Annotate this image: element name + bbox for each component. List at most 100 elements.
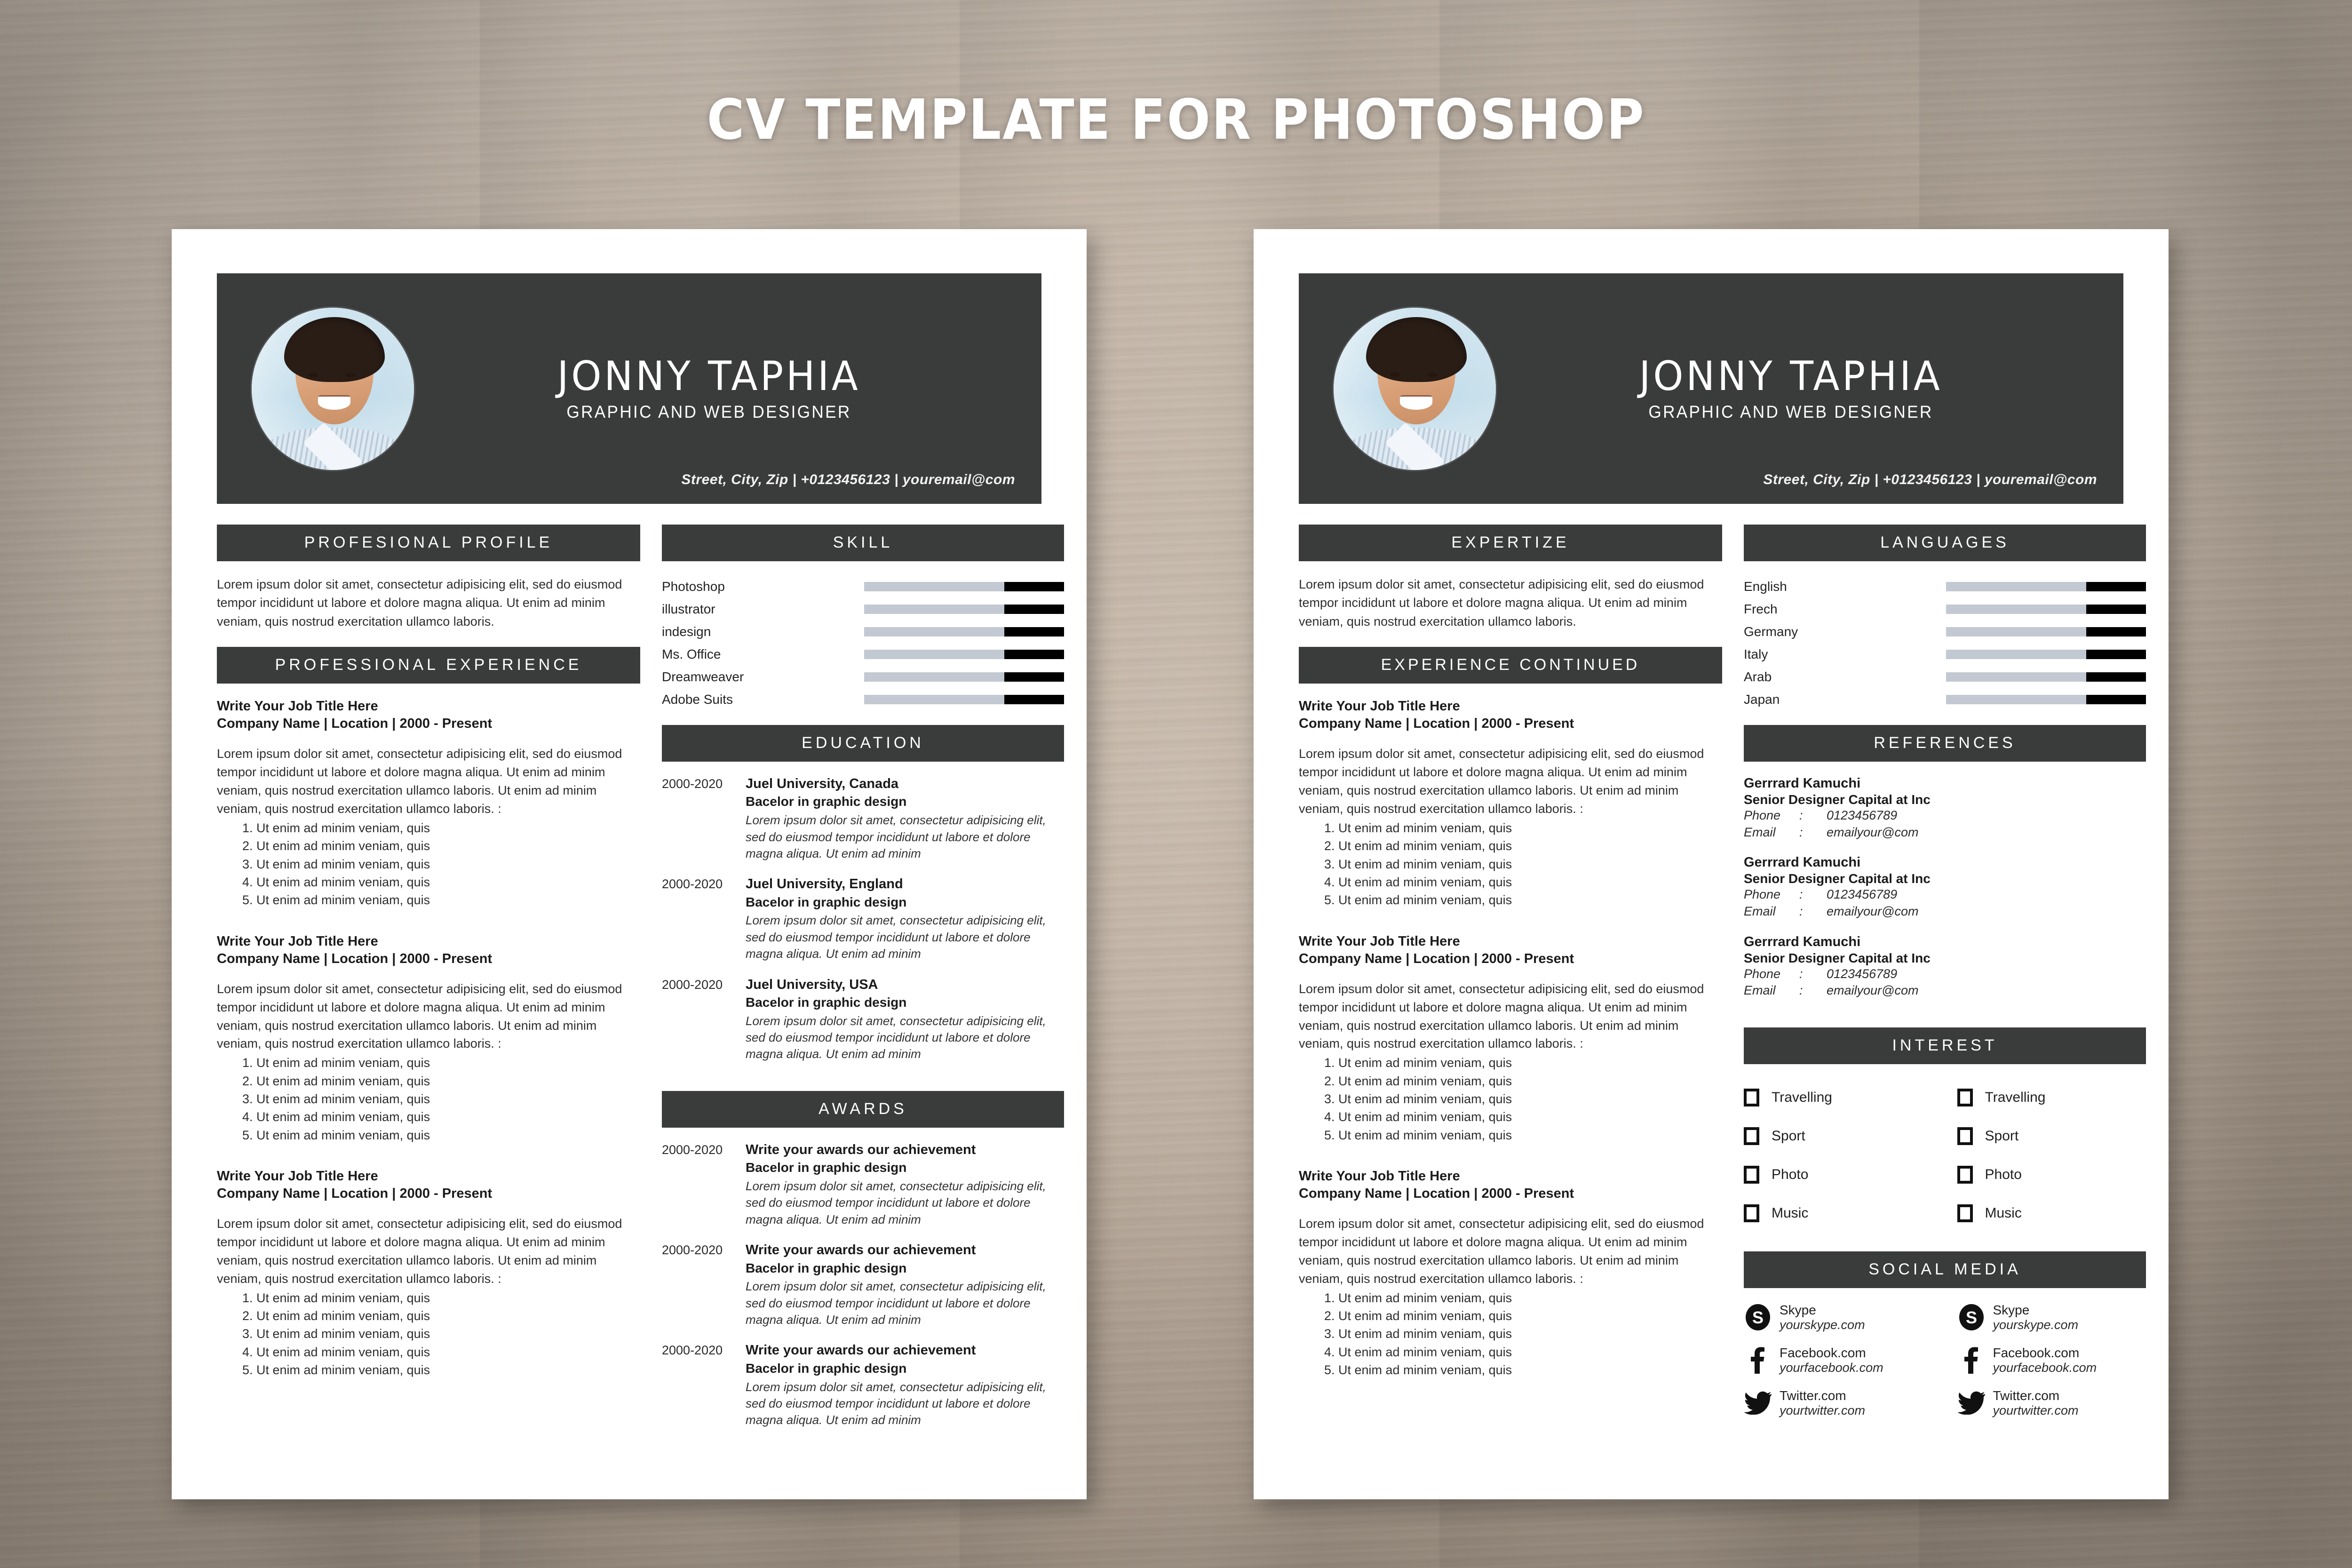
interest-item[interactable]: Travelling [1744, 1078, 1933, 1117]
reference-role: Senior Designer Capital at Inc [1744, 871, 1931, 886]
skill-row: Adobe Suits [662, 688, 1064, 711]
checkbox-icon[interactable] [1744, 1204, 1759, 1222]
cv-role: GRAPHIC AND WEB DESIGNER [1648, 402, 1933, 422]
experience-entry: Write Your Job Title Here Company Name |… [1299, 1168, 1722, 1379]
interest-item[interactable]: Music [1957, 1194, 2146, 1233]
email-label: Email [1744, 983, 1776, 998]
facebook-icon [1744, 1345, 1772, 1375]
list-item: Ut enim ad minim veniam, quis [256, 1126, 640, 1144]
interest-item[interactable]: Sport [1744, 1117, 1933, 1155]
svg-text:S: S [1752, 1308, 1764, 1327]
job-description: Lorem ipsum dolor sit amet, consectetur … [1299, 747, 1704, 816]
list-item: Ut enim ad minim veniam, quis [256, 873, 640, 891]
cv-contact-line: Street, City, Zip | +0123456123 | yourem… [681, 472, 1015, 487]
social-item[interactable]: Facebook.com yourfacebook.com [1744, 1345, 1933, 1376]
phone-label: Phone [1744, 808, 1781, 822]
phone-value: 0123456789 [1827, 808, 1898, 822]
email-label: Email [1744, 904, 1776, 918]
social-name: Twitter.com [1780, 1388, 1846, 1403]
email-value: emailyour@com [1827, 904, 1919, 918]
language-row: Arab [1744, 666, 2146, 688]
skill-label: Adobe Suits [662, 692, 733, 707]
avatar [252, 307, 414, 470]
twitter-icon [1744, 1388, 1772, 1417]
award-subtitle: Bacelor in graphic design [746, 1361, 907, 1376]
job-meta: Company Name | Location | 2000 - Present [217, 1186, 493, 1202]
list-item: Ut enim ad minim veniam, quis [256, 1090, 640, 1108]
job-bullet-list: Ut enim ad minim veniam, quis Ut enim ad… [256, 1054, 640, 1144]
facebook-icon [1957, 1345, 1986, 1375]
social-url: yourtwitter.com [1993, 1403, 2079, 1417]
job-description: Lorem ipsum dolor sit amet, consectetur … [1299, 1217, 1704, 1286]
social-name: Skype [1780, 1302, 1816, 1317]
cv-header-right: JONNY TAPHIA GRAPHIC AND WEB DESIGNER St… [1299, 273, 2123, 504]
experience-entry: Write Your Job Title Here Company Name |… [1299, 933, 1722, 1144]
education-year: 2000-2020 [662, 777, 723, 791]
language-track [1946, 695, 2146, 704]
interest-label: Photo [1772, 1166, 1809, 1182]
experience-entry: Write Your Job Title Here Company Name |… [217, 933, 640, 1144]
interest-label: Travelling [1772, 1089, 1832, 1105]
list-item: Ut enim ad minim veniam, quis [256, 1325, 640, 1343]
interest-label: Photo [1985, 1166, 2022, 1182]
social-item[interactable]: S Skype yourskype.com [1957, 1302, 2146, 1333]
checkbox-icon[interactable] [1957, 1088, 1973, 1106]
reference-entry: Gerrrard Kamuchi Senior Designer Capital… [1744, 855, 2146, 920]
list-item: Ut enim ad minim veniam, quis [1338, 1126, 1722, 1144]
interest-item[interactable]: Photo [1744, 1155, 1933, 1194]
list-item: Ut enim ad minim veniam, quis [1338, 1072, 1722, 1090]
checkbox-icon[interactable] [1957, 1165, 1973, 1184]
award-description: Lorem ipsum dolor sit amet, consectetur … [746, 1379, 1046, 1427]
award-entry: 2000-2020 Write your awards our achievem… [662, 1142, 1064, 1228]
skill-track [864, 650, 1064, 659]
language-track [1946, 627, 2146, 637]
reference-email-line: Email : emailyour@com [1744, 982, 2146, 999]
social-name: Twitter.com [1993, 1388, 2060, 1403]
checkbox-icon[interactable] [1744, 1088, 1759, 1106]
award-description: Lorem ipsum dolor sit amet, consectetur … [746, 1179, 1046, 1226]
social-url: yourskype.com [1993, 1317, 2079, 1332]
social-url: yourfacebook.com [1993, 1360, 2097, 1375]
social-column-b: S Skype yourskype.com Facebook.com yourf… [1957, 1302, 2146, 1431]
cv-role: GRAPHIC AND WEB DESIGNER [566, 402, 851, 422]
checkbox-icon[interactable] [1744, 1127, 1759, 1145]
interest-item[interactable]: Travelling [1957, 1078, 2146, 1117]
education-degree: Bacelor in graphic design [746, 894, 907, 909]
social-item[interactable]: Twitter.com yourtwitter.com [1744, 1388, 1933, 1418]
job-meta: Company Name | Location | 2000 - Present [1299, 716, 1574, 732]
social-name: Skype [1993, 1302, 2030, 1317]
job-bullet-list: Ut enim ad minim veniam, quis Ut enim ad… [1338, 1054, 1722, 1144]
skill-row: illustrator [662, 598, 1064, 621]
social-url: yourtwitter.com [1780, 1403, 1866, 1417]
social-item[interactable]: S Skype yourskype.com [1744, 1302, 1933, 1333]
social-url: yourfacebook.com [1780, 1360, 1883, 1375]
list-item: Ut enim ad minim veniam, quis [1338, 1090, 1722, 1108]
list-item: Ut enim ad minim veniam, quis [256, 1307, 640, 1325]
reference-role: Senior Designer Capital at Inc [1744, 950, 1931, 965]
checkbox-icon[interactable] [1957, 1204, 1973, 1222]
colon: : [1799, 887, 1803, 902]
education-description: Lorem ipsum dolor sit amet, consectetur … [746, 913, 1046, 961]
interest-item[interactable]: Photo [1957, 1155, 2146, 1194]
list-item: Ut enim ad minim veniam, quis [256, 891, 640, 909]
social-item[interactable]: Twitter.com yourtwitter.com [1957, 1388, 2146, 1418]
social-name: Facebook.com [1780, 1345, 1866, 1360]
checkbox-icon[interactable] [1957, 1127, 1973, 1145]
section-heading-languages: LANGUAGES [1744, 525, 2146, 561]
social-item[interactable]: Facebook.com yourfacebook.com [1957, 1345, 2146, 1376]
section-heading-skill: SKILL [662, 525, 1064, 561]
checkbox-icon[interactable] [1744, 1165, 1759, 1184]
colon: : [1799, 808, 1803, 822]
list-item: Ut enim ad minim veniam, quis [1338, 1307, 1722, 1325]
education-degree: Bacelor in graphic design [746, 794, 907, 809]
phone-label: Phone [1744, 966, 1781, 981]
language-label: Frech [1744, 602, 1778, 616]
skill-label: Dreamweaver [662, 669, 744, 684]
cv-name: JONNY TAPHIA [557, 352, 861, 400]
interest-item[interactable]: Sport [1957, 1117, 2146, 1155]
email-label: Email [1744, 825, 1776, 839]
social-column-a: S Skype yourskype.com Facebook.com yourf… [1744, 1302, 1933, 1431]
education-title: Juel University, Canada [746, 776, 899, 791]
svg-text:S: S [1965, 1308, 1977, 1327]
interest-item[interactable]: Music [1744, 1194, 1933, 1233]
